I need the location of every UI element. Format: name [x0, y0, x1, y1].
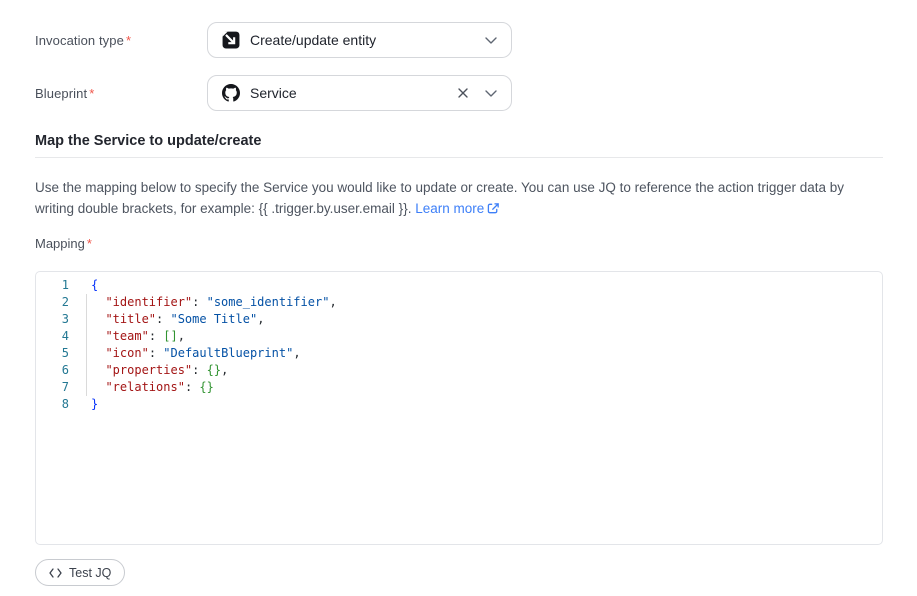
invocation-type-value: Create/update entity — [250, 32, 475, 48]
line-number: 3 — [36, 311, 69, 328]
line-number: 1 — [36, 277, 69, 294]
line-number: 4 — [36, 328, 69, 345]
invocation-type-label: Invocation type* — [35, 22, 131, 58]
code-line[interactable]: 6 "properties": {}, — [36, 362, 882, 379]
code-line[interactable]: 3 "title": "Some Title", — [36, 311, 882, 328]
entity-icon — [222, 31, 240, 49]
code-content: { — [91, 277, 98, 294]
required-asterisk: * — [87, 236, 92, 251]
blueprint-label: Blueprint* — [35, 75, 94, 111]
code-icon — [49, 568, 62, 578]
blueprint-label-text: Blueprint — [35, 86, 87, 101]
line-number: 8 — [36, 396, 69, 413]
indent-guide — [86, 294, 87, 396]
github-icon — [222, 84, 240, 102]
code-content: "relations": {} — [91, 379, 214, 396]
line-number: 6 — [36, 362, 69, 379]
chevron-down-icon — [485, 90, 497, 97]
code-line[interactable]: 2 "identifier": "some_identifier", — [36, 294, 882, 311]
divider — [35, 157, 883, 158]
code-line[interactable]: 5 "icon": "DefaultBlueprint", — [36, 345, 882, 362]
external-link-icon — [487, 200, 500, 221]
invocation-type-select[interactable]: Create/update entity — [207, 22, 512, 58]
action-mapping-form: Invocation type* Create/update entity Bl… — [0, 0, 917, 596]
code-line[interactable]: 4 "team": [], — [36, 328, 882, 345]
code-lines: 1{2 "identifier": "some_identifier",3 "t… — [36, 277, 882, 413]
mapping-label: Mapping* — [35, 236, 92, 251]
mapping-label-text: Mapping — [35, 236, 85, 251]
line-number: 7 — [36, 379, 69, 396]
code-line[interactable]: 1{ — [36, 277, 882, 294]
chevron-down-icon — [485, 37, 497, 44]
code-content: "team": [], — [91, 328, 185, 345]
code-content: "identifier": "some_identifier", — [91, 294, 337, 311]
code-line[interactable]: 7 "relations": {} — [36, 379, 882, 396]
line-number: 5 — [36, 345, 69, 362]
section-heading: Map the Service to update/create — [35, 133, 261, 149]
clear-icon[interactable] — [457, 87, 469, 99]
mapping-description: Use the mapping below to specify the Ser… — [35, 177, 883, 221]
code-content: "title": "Some Title", — [91, 311, 264, 328]
invocation-type-label-text: Invocation type — [35, 33, 124, 48]
required-asterisk: * — [89, 86, 94, 101]
code-content: } — [91, 396, 98, 413]
blueprint-select[interactable]: Service — [207, 75, 512, 111]
test-jq-button[interactable]: Test JQ — [35, 559, 125, 586]
code-line[interactable]: 8} — [36, 396, 882, 413]
test-jq-button-label: Test JQ — [69, 566, 111, 580]
line-number: 2 — [36, 294, 69, 311]
required-asterisk: * — [126, 33, 131, 48]
learn-more-link[interactable]: Learn more — [415, 201, 484, 216]
code-content: "properties": {}, — [91, 362, 228, 379]
mapping-code-editor[interactable]: 1{2 "identifier": "some_identifier",3 "t… — [35, 271, 883, 545]
code-content: "icon": "DefaultBlueprint", — [91, 345, 301, 362]
blueprint-value: Service — [250, 85, 447, 101]
